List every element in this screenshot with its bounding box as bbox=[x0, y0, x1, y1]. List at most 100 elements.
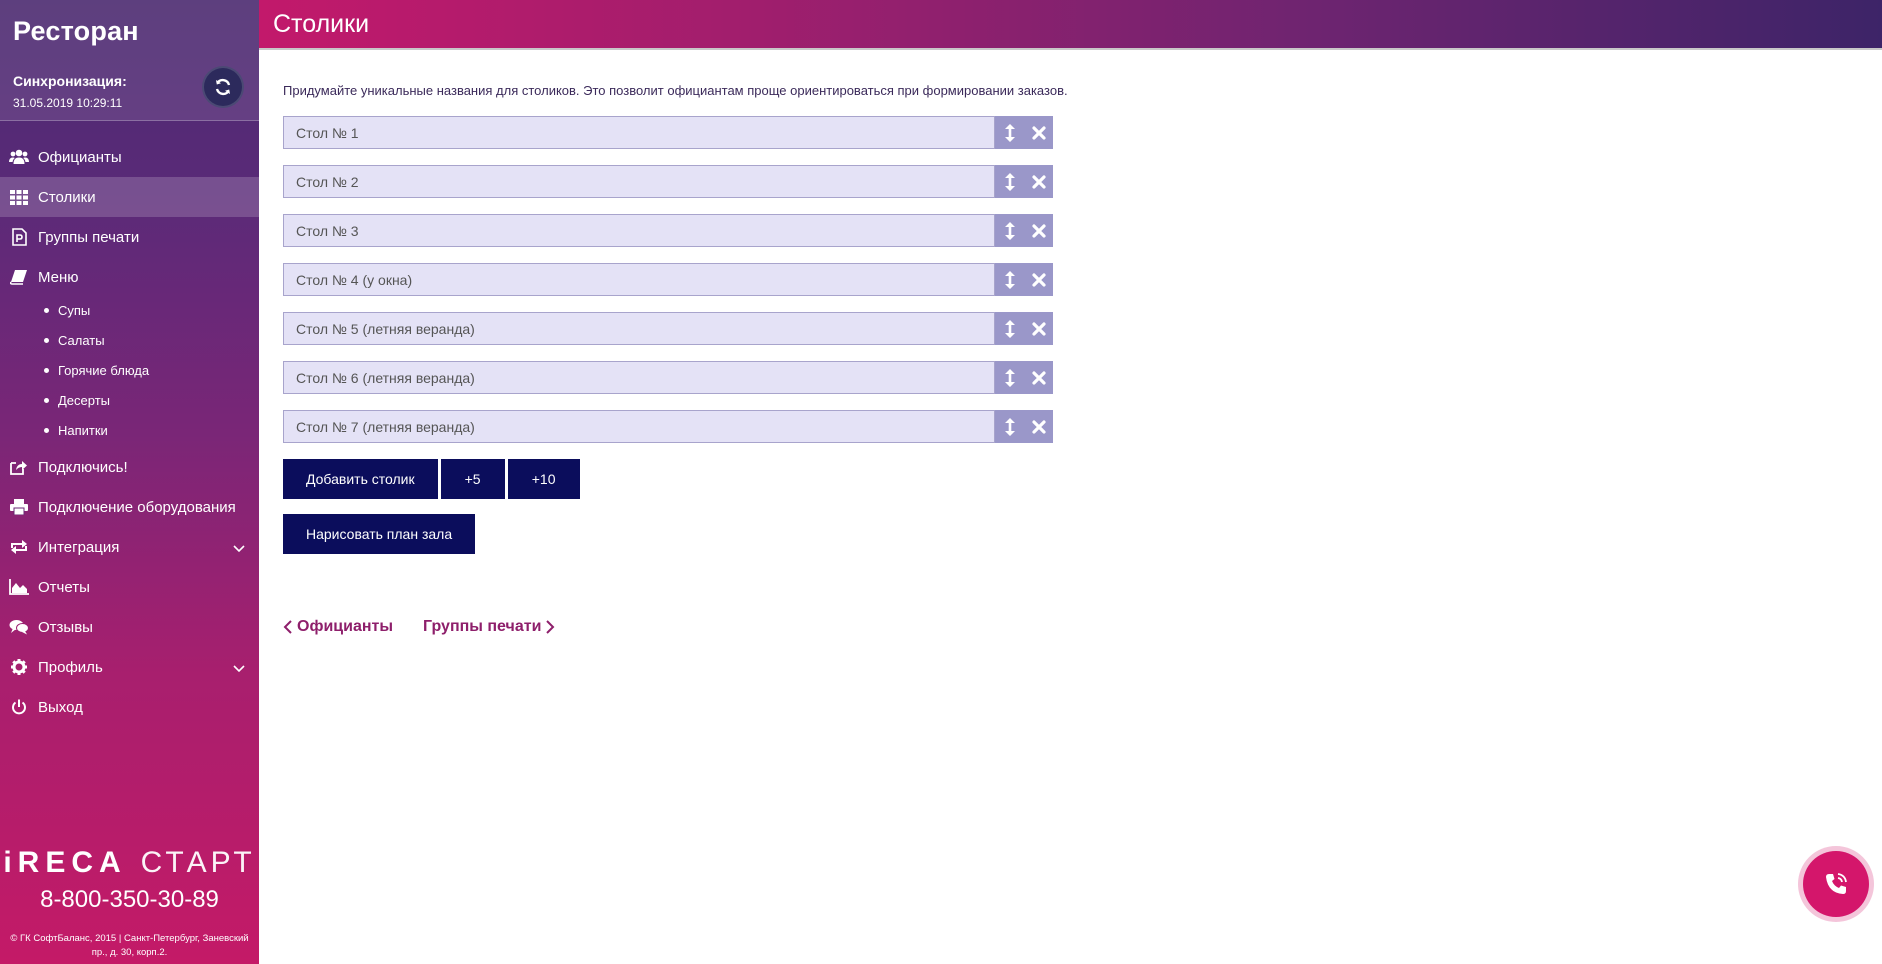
table-name-input[interactable] bbox=[283, 165, 995, 198]
add-table-button[interactable]: Добавить столик bbox=[283, 459, 438, 499]
sidebar-nav-secondary: Подключись! Подключение оборудования Инт… bbox=[0, 447, 259, 727]
sidebar-item-profile[interactable]: Профиль bbox=[0, 647, 259, 687]
comments-icon bbox=[8, 617, 30, 637]
vertical-arrows-icon bbox=[1004, 319, 1015, 338]
delete-table-button[interactable] bbox=[1027, 116, 1051, 149]
drag-handle[interactable] bbox=[998, 410, 1022, 443]
submenu-item-label: Десерты bbox=[58, 392, 111, 408]
sidebar-item-reviews[interactable]: Отзывы bbox=[0, 607, 259, 647]
sidebar-item-label: Выход bbox=[38, 698, 83, 716]
sidebar-item-connect[interactable]: Подключись! bbox=[0, 447, 259, 487]
table-name-input[interactable] bbox=[283, 116, 995, 149]
sidebar-item-label: Группы печати bbox=[38, 228, 140, 246]
table-name-input[interactable] bbox=[283, 361, 995, 394]
sidebar-item-print-groups[interactable]: Группы печати bbox=[0, 217, 259, 257]
submenu-item-label: Горячие блюда bbox=[58, 362, 150, 378]
row-actions bbox=[995, 410, 1053, 443]
delete-table-button[interactable] bbox=[1027, 165, 1051, 198]
top-bar: Столики bbox=[259, 0, 1882, 50]
refresh-icon bbox=[215, 78, 231, 96]
submenu-item-salads[interactable]: Салаты bbox=[0, 325, 259, 355]
drag-handle[interactable] bbox=[998, 263, 1022, 296]
vertical-arrows-icon bbox=[1004, 417, 1015, 436]
page-navigation: Официанты Группы печати bbox=[283, 618, 1863, 636]
close-icon bbox=[1031, 272, 1046, 287]
sidebar-item-menu[interactable]: Меню bbox=[0, 257, 259, 297]
app-title: Ресторан bbox=[13, 16, 139, 46]
sidebar-item-reports[interactable]: Отчеты bbox=[0, 567, 259, 607]
call-button[interactable] bbox=[1803, 851, 1869, 917]
add-5-button[interactable]: +5 bbox=[440, 459, 505, 499]
brand-logo: iRECA СТАРТ bbox=[0, 846, 259, 880]
vertical-arrows-icon bbox=[1004, 270, 1015, 289]
copyright: © ГК СофтБаланс, 2015 | Санкт-Петербург,… bbox=[10, 933, 249, 958]
submenu-item-drinks[interactable]: Напитки bbox=[0, 415, 259, 445]
chevron-down-icon bbox=[233, 660, 245, 677]
vertical-arrows-icon bbox=[1004, 368, 1015, 387]
vertical-arrows-icon bbox=[1004, 123, 1015, 142]
drag-handle[interactable] bbox=[998, 116, 1022, 149]
vertical-arrows-icon bbox=[1004, 172, 1015, 191]
row-actions bbox=[995, 214, 1053, 247]
submenu-item-hot-dishes[interactable]: Горячие блюда bbox=[0, 355, 259, 385]
row-actions bbox=[995, 116, 1053, 149]
close-icon bbox=[1031, 321, 1046, 336]
table-row bbox=[283, 263, 1053, 296]
sidebar-item-tables[interactable]: Столики bbox=[0, 177, 259, 217]
hint-text: Придумайте уникальные названия для столи… bbox=[283, 83, 1068, 98]
submenu-item-desserts[interactable]: Десерты bbox=[0, 385, 259, 415]
drag-handle[interactable] bbox=[998, 361, 1022, 394]
drag-handle[interactable] bbox=[998, 214, 1022, 247]
prev-page-label: Официанты bbox=[297, 618, 394, 635]
table-name-input[interactable] bbox=[283, 214, 995, 247]
sidebar-item-integration[interactable]: Интеграция bbox=[0, 527, 259, 567]
main-content: Придумайте уникальные названия для столи… bbox=[283, 50, 1863, 964]
close-icon bbox=[1031, 223, 1046, 238]
gear-icon bbox=[8, 657, 30, 677]
sidebar: Ресторан Синхронизация: 31.05.2019 10:29… bbox=[0, 0, 259, 964]
sync-button[interactable] bbox=[202, 66, 244, 108]
drag-handle[interactable] bbox=[998, 312, 1022, 345]
table-row bbox=[283, 312, 1053, 345]
submenu-item-soups[interactable]: Супы bbox=[0, 295, 259, 325]
drag-handle[interactable] bbox=[998, 165, 1022, 198]
sidebar-item-label: Отзывы bbox=[38, 618, 93, 636]
table-name-input[interactable] bbox=[283, 263, 995, 296]
power-icon bbox=[8, 697, 30, 717]
prev-page-link[interactable]: Официанты bbox=[283, 618, 393, 636]
printer-icon bbox=[8, 497, 30, 517]
brand-sub: СТАРТ bbox=[140, 846, 256, 879]
menu-submenu: Супы Салаты Горячие блюда Десерты Напитк… bbox=[0, 295, 259, 445]
submenu-item-label: Супы bbox=[58, 302, 91, 318]
sidebar-item-logout[interactable]: Выход bbox=[0, 687, 259, 727]
table-name-input[interactable] bbox=[283, 410, 995, 443]
book-icon bbox=[8, 267, 30, 287]
close-icon bbox=[1031, 125, 1046, 140]
draw-plan-button[interactable]: Нарисовать план зала bbox=[283, 514, 476, 554]
tables-list bbox=[283, 116, 1053, 443]
delete-table-button[interactable] bbox=[1027, 263, 1051, 296]
sidebar-item-waiters[interactable]: Официанты bbox=[0, 137, 259, 177]
submenu-item-label: Салаты bbox=[58, 332, 105, 348]
delete-table-button[interactable] bbox=[1027, 214, 1051, 247]
next-page-link[interactable]: Группы печати bbox=[423, 618, 555, 636]
exchange-icon bbox=[8, 537, 30, 557]
sidebar-header: Ресторан Синхронизация: 31.05.2019 10:29… bbox=[0, 0, 259, 121]
sidebar-item-label: Подключись! bbox=[38, 458, 128, 476]
sidebar-item-label: Отчеты bbox=[38, 578, 90, 596]
delete-table-button[interactable] bbox=[1027, 361, 1051, 394]
add-buttons: Добавить столик +5 +10 bbox=[283, 459, 1863, 499]
close-icon bbox=[1031, 174, 1046, 189]
sidebar-item-equipment[interactable]: Подключение оборудования bbox=[0, 487, 259, 527]
sidebar-item-label: Официанты bbox=[38, 148, 122, 166]
chevron-right-icon bbox=[546, 620, 555, 634]
page-title: Столики bbox=[273, 9, 370, 38]
submenu-item-label: Напитки bbox=[58, 422, 108, 438]
table-name-input[interactable] bbox=[283, 312, 995, 345]
add-10-button[interactable]: +10 bbox=[507, 459, 580, 499]
sidebar-footer: iRECA СТАРТ 8-800-350-30-89 © ГК СофтБал… bbox=[0, 846, 259, 964]
sidebar-item-label: Интеграция bbox=[38, 538, 120, 556]
delete-table-button[interactable] bbox=[1027, 410, 1051, 443]
phone-icon bbox=[1826, 873, 1847, 894]
delete-table-button[interactable] bbox=[1027, 312, 1051, 345]
